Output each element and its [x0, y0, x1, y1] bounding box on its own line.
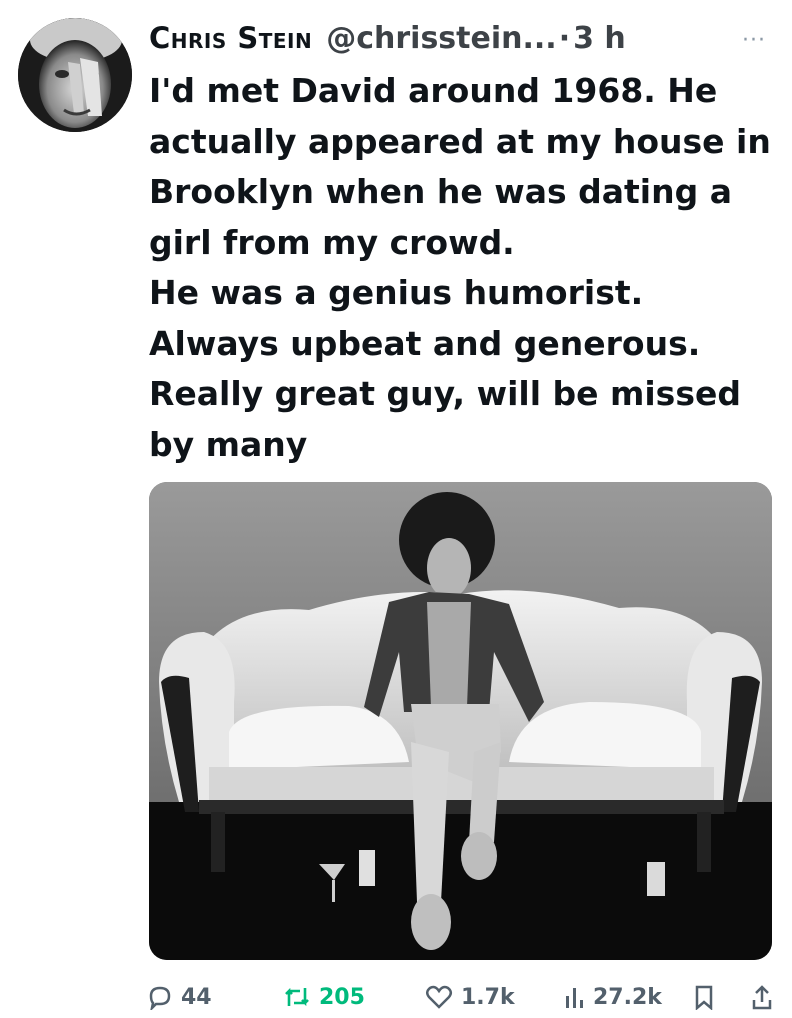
tweet-line: girl from my crowd. — [149, 222, 515, 262]
reply-button[interactable]: 44 — [147, 984, 212, 1010]
tweet-line: Brooklyn when he was dating a — [149, 172, 732, 211]
heart-icon — [426, 985, 452, 1009]
avatar-photo — [18, 18, 132, 132]
avatar[interactable] — [18, 18, 132, 132]
photo-illustration — [149, 482, 772, 960]
tweet-line: Really great guy, will be missed — [149, 374, 741, 413]
author-handle[interactable]: @chrisstein... — [326, 21, 556, 56]
tweet-header: Chris Stein @chrisstein... · 3 h ··· — [149, 16, 772, 60]
tweet-line: by many — [149, 424, 308, 464]
tweet-text: I'd met David around 1968. He actually a… — [149, 66, 779, 470]
more-dots-icon[interactable]: ··· — [742, 30, 766, 52]
reply-count: 44 — [181, 984, 212, 1010]
tweet-line: actually appeared at my house in — [149, 121, 771, 161]
tweet-photo[interactable] — [149, 482, 772, 960]
retweet-count: 205 — [319, 984, 365, 1010]
tweet-line: Always upbeat and generous. — [149, 323, 701, 363]
share-button[interactable] — [751, 984, 773, 1010]
author-name[interactable]: Chris Stein — [149, 21, 312, 55]
like-count: 1.7k — [461, 984, 515, 1010]
views-button[interactable]: 27.2k — [563, 984, 662, 1010]
tweet-line: He was a genius humorist. — [149, 273, 644, 312]
bookmark-button[interactable] — [693, 984, 715, 1010]
views-count: 27.2k — [593, 984, 662, 1010]
retweet-icon — [285, 987, 309, 1007]
tweet-actions: 44 205 1.7k 27.2k — [145, 978, 785, 1018]
views-bar-icon — [566, 988, 583, 1008]
reply-bubble-icon — [149, 986, 171, 1010]
separator-dot: · — [558, 20, 571, 56]
retweet-button[interactable]: 205 — [283, 984, 365, 1010]
bookmark-icon — [695, 985, 713, 1010]
like-button[interactable]: 1.7k — [425, 984, 515, 1010]
share-icon — [752, 985, 772, 1010]
timestamp[interactable]: 3 h — [573, 21, 626, 56]
tweet-line: I'd met David around 1968. He — [149, 71, 718, 110]
